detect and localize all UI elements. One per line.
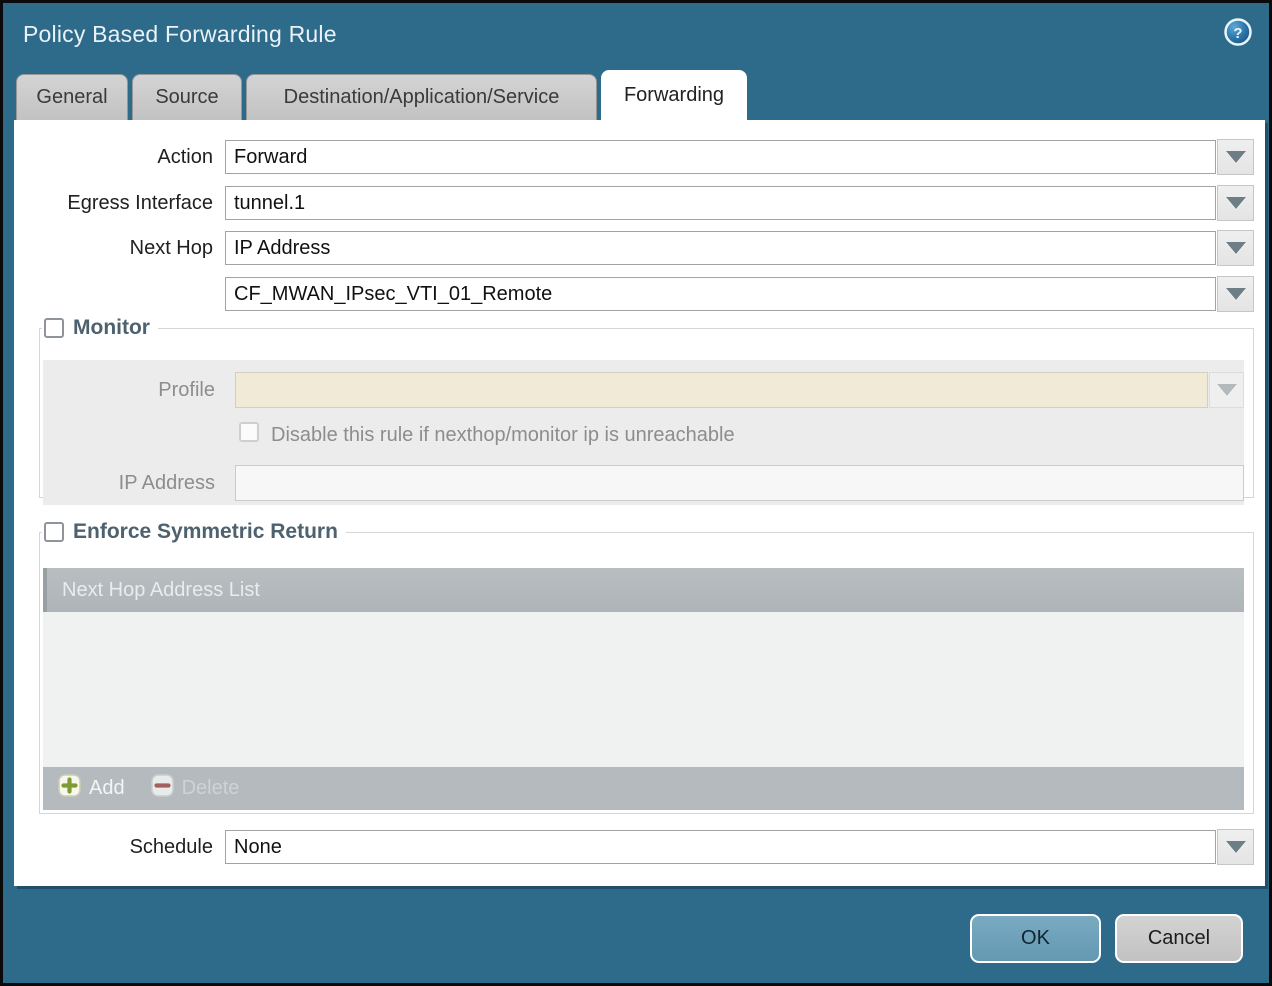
table-header: Next Hop Address List xyxy=(43,568,1244,612)
table-header-label: Next Hop Address List xyxy=(62,579,260,602)
profile-input xyxy=(235,372,1208,408)
table-body-empty[interactable] xyxy=(43,612,1244,767)
add-button[interactable]: Add xyxy=(58,774,125,803)
monitor-ip-address-label: IP Address xyxy=(43,465,215,501)
egress-interface-input[interactable] xyxy=(225,186,1216,220)
schedule-label: Schedule xyxy=(14,830,213,864)
forwarding-tab-panel: Action Egress Interface Next Hop Monitor xyxy=(14,120,1265,886)
profile-dropdown-icon xyxy=(1209,372,1244,408)
pbf-rule-dialog: Policy Based Forwarding Rule ? General S… xyxy=(0,0,1272,986)
schedule-input[interactable] xyxy=(225,830,1216,864)
action-input[interactable] xyxy=(225,140,1216,174)
dialog-title: Policy Based Forwarding Rule xyxy=(23,21,337,48)
next-hop-dropdown-icon[interactable] xyxy=(1217,230,1254,266)
next-hop-label: Next Hop xyxy=(14,231,213,265)
next-hop-address-dropdown-icon[interactable] xyxy=(1217,276,1254,312)
next-hop-address-table: Next Hop Address List Add xyxy=(43,568,1244,810)
table-footer: Add Delete xyxy=(43,767,1244,810)
monitor-checkbox[interactable] xyxy=(44,318,64,338)
tab-label: Destination/Application/Service xyxy=(284,86,560,109)
monitor-ip-address-input xyxy=(235,465,1244,501)
help-icon[interactable]: ? xyxy=(1224,18,1252,46)
action-label: Action xyxy=(14,140,213,174)
enforce-symmetric-return-section: Enforce Symmetric Return Next Hop Addres… xyxy=(39,520,1254,814)
delete-button: Delete xyxy=(151,774,240,803)
egress-interface-label: Egress Interface xyxy=(14,186,213,220)
delete-button-label: Delete xyxy=(182,777,240,800)
enforce-symmetric-return-legend: Enforce Symmetric Return xyxy=(73,520,338,544)
tab-label: General xyxy=(36,86,107,109)
enforce-symmetric-return-checkbox[interactable] xyxy=(44,522,64,542)
tab-forwarding[interactable]: Forwarding xyxy=(601,70,747,120)
monitor-disabled-group: Profile Disable this rule if nexthop/mon… xyxy=(43,360,1244,505)
next-hop-address-input[interactable] xyxy=(225,277,1216,311)
tab-source[interactable]: Source xyxy=(132,74,242,120)
tab-bar: General Source Destination/Application/S… xyxy=(16,70,747,120)
egress-interface-dropdown-icon[interactable] xyxy=(1217,185,1254,221)
monitor-section: Monitor Profile Disable this rule if nex… xyxy=(39,316,1254,498)
tab-general[interactable]: General xyxy=(16,74,128,120)
action-dropdown-icon[interactable] xyxy=(1217,139,1254,175)
tab-destination-application-service[interactable]: Destination/Application/Service xyxy=(246,74,597,120)
profile-label: Profile xyxy=(43,372,215,408)
add-plus-icon xyxy=(58,774,81,803)
tab-label: Forwarding xyxy=(624,84,724,107)
schedule-dropdown-icon[interactable] xyxy=(1217,829,1254,865)
svg-text:?: ? xyxy=(1233,25,1242,42)
tab-label: Source xyxy=(155,86,218,109)
disable-rule-label: Disable this rule if nexthop/monitor ip … xyxy=(271,424,735,447)
disable-rule-checkbox xyxy=(239,422,259,442)
next-hop-type-input[interactable] xyxy=(225,231,1216,265)
add-button-label: Add xyxy=(89,777,125,800)
delete-minus-icon xyxy=(151,774,174,803)
monitor-legend: Monitor xyxy=(73,316,150,340)
cancel-button[interactable]: Cancel xyxy=(1115,914,1243,963)
ok-button[interactable]: OK xyxy=(970,914,1101,963)
